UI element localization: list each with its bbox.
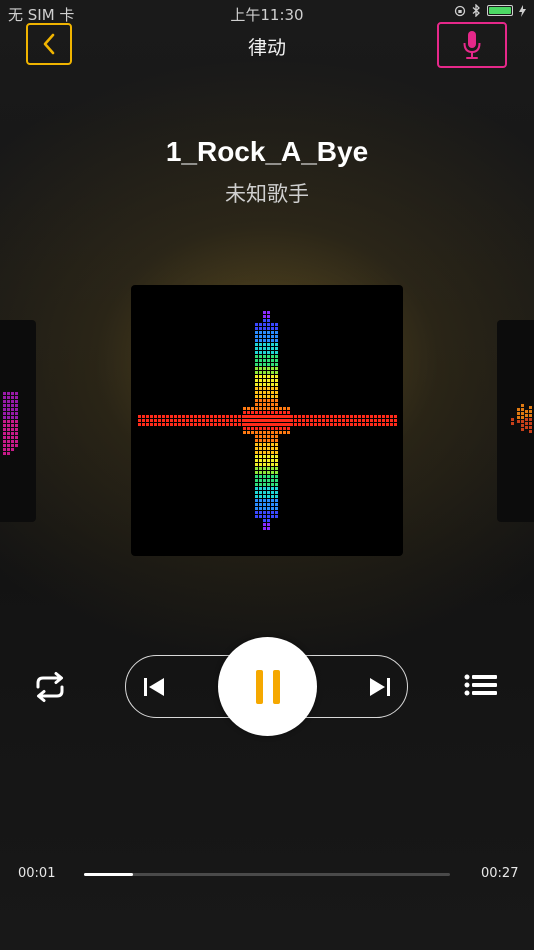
- previous-visualizer-card[interactable]: [0, 320, 36, 522]
- status-icons: [454, 4, 526, 17]
- total-time: 00:27: [481, 866, 519, 881]
- previous-track-button[interactable]: [140, 670, 168, 704]
- charging-icon: [519, 4, 526, 17]
- elapsed-time: 00:01: [18, 866, 56, 881]
- repeat-icon: [36, 672, 64, 702]
- lock-rotation-icon: [454, 5, 466, 17]
- music-player-screen: 无 SIM 卡 上午11:30 律动 1_Rock_A_Bye 未知歌手 00:…: [0, 0, 534, 950]
- progress-slider[interactable]: [84, 873, 450, 876]
- playlist-button[interactable]: [463, 670, 499, 704]
- pause-icon: [255, 669, 280, 704]
- next-visualizer-card[interactable]: [497, 320, 534, 522]
- song-artist: 未知歌手: [225, 182, 309, 206]
- next-track-button[interactable]: [366, 670, 394, 704]
- microphone-button[interactable]: [437, 22, 507, 68]
- spectrum-visualizer[interactable]: [131, 285, 403, 556]
- progress-fill: [84, 873, 134, 876]
- microphone-icon: [463, 31, 481, 59]
- bluetooth-icon: [472, 4, 481, 17]
- skip-next-icon: [370, 678, 390, 696]
- pause-button[interactable]: [218, 637, 317, 736]
- skip-previous-icon: [144, 678, 164, 696]
- battery-icon: [487, 5, 513, 16]
- song-title: 1_Rock_A_Bye: [165, 136, 369, 167]
- playlist-icon: [464, 674, 497, 696]
- repeat-button[interactable]: [30, 667, 70, 707]
